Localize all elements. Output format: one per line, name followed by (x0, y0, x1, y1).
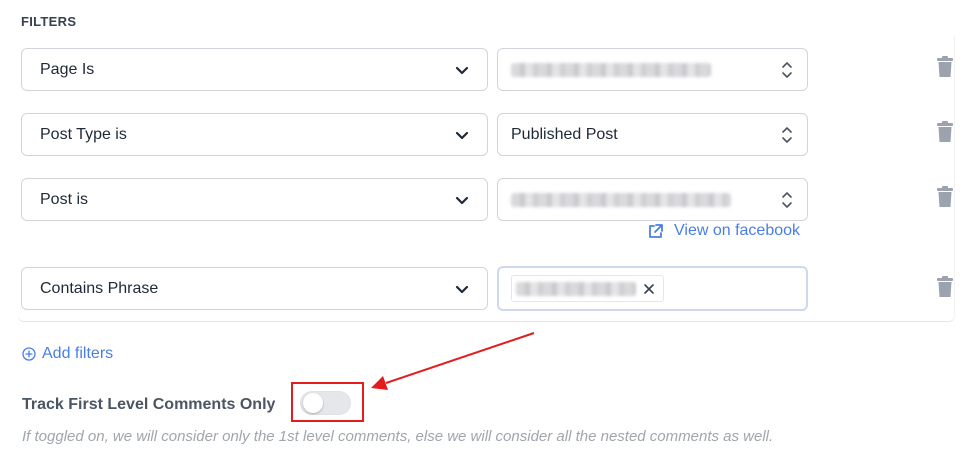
redacted-value (511, 62, 711, 77)
filter-condition-select[interactable]: Post Type is (21, 113, 488, 156)
track-hint-text: If toggled on, we will consider only the… (22, 428, 774, 445)
trash-icon[interactable] (935, 186, 955, 208)
view-on-facebook-label: View on facebook (674, 222, 801, 239)
close-icon[interactable] (643, 283, 655, 295)
filter-condition-label: Post is (40, 190, 89, 208)
phrase-tags-input[interactable] (497, 266, 808, 311)
external-link-icon (649, 223, 663, 238)
filter-condition-select[interactable]: Post is (21, 178, 488, 221)
track-first-level-label: Track First Level Comments Only (22, 396, 276, 413)
up-down-icon (782, 61, 792, 78)
annotation-highlight-box (291, 382, 364, 422)
chevron-down-icon (455, 196, 469, 204)
chevron-down-icon (455, 66, 469, 74)
track-first-level-toggle[interactable] (300, 391, 351, 415)
view-on-facebook-link[interactable]: View on facebook (647, 222, 800, 240)
phrase-tag (511, 275, 664, 302)
chevron-down-icon (455, 285, 469, 293)
filter-value-label: Published Post (511, 125, 618, 143)
up-down-icon (782, 126, 792, 143)
filter-value-select[interactable]: Published Post (497, 113, 808, 156)
filter-value-select[interactable] (497, 178, 808, 221)
trash-icon[interactable] (935, 276, 955, 298)
filter-condition-select[interactable]: Contains Phrase (21, 267, 488, 310)
redacted-value (511, 192, 731, 207)
chevron-down-icon (455, 131, 469, 139)
filter-value-select[interactable] (497, 48, 808, 91)
trash-icon[interactable] (935, 121, 955, 143)
filters-title: FILTERS (21, 14, 77, 29)
toggle-knob (303, 393, 323, 413)
up-down-icon (782, 191, 792, 208)
filter-condition-select[interactable]: Page Is (21, 48, 488, 91)
redacted-value (516, 281, 636, 296)
add-filters-label: Add filters (42, 345, 114, 362)
plus-circle-icon (22, 347, 36, 361)
filter-condition-label: Contains Phrase (40, 279, 159, 297)
trash-icon[interactable] (935, 56, 955, 78)
add-filters-button[interactable]: Add filters (22, 345, 113, 363)
filter-condition-label: Page Is (40, 60, 95, 78)
filter-condition-label: Post Type is (40, 125, 127, 143)
